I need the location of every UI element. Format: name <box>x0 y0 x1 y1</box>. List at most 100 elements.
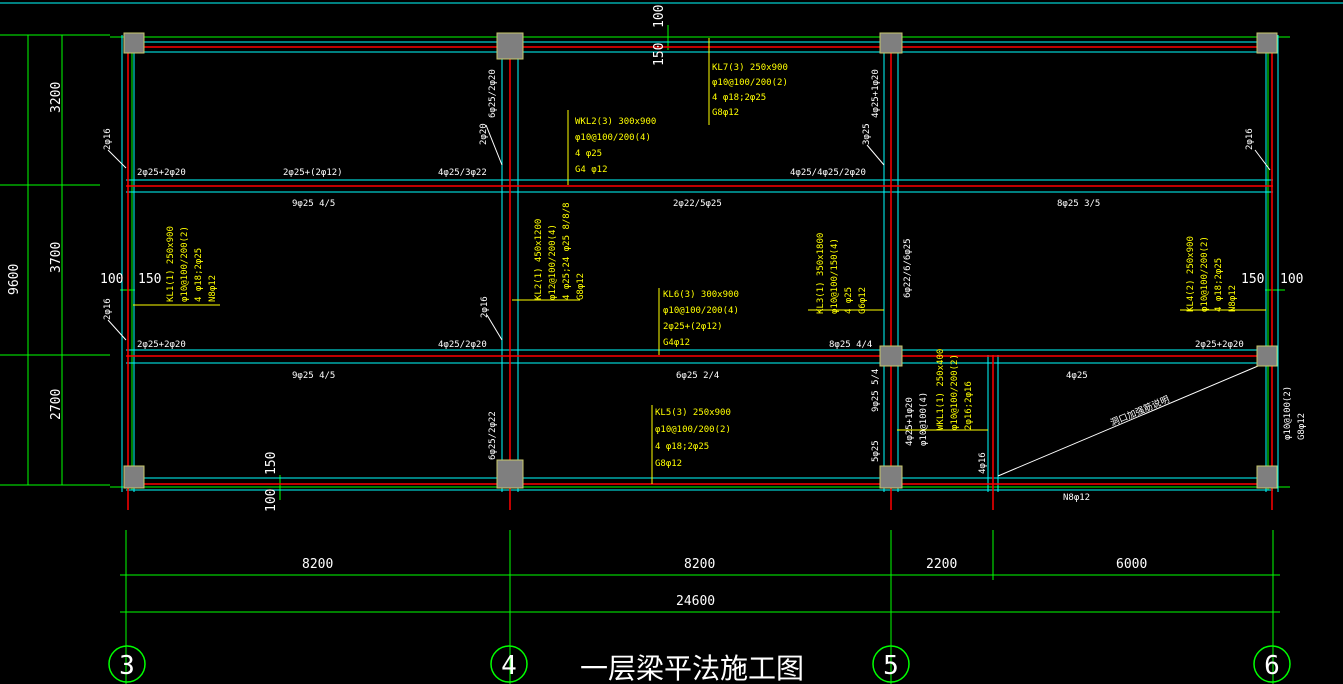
offset-right-150: 150 <box>1241 272 1264 287</box>
rebar-label: 3φ25 <box>862 123 872 145</box>
beam-kl4: KL4(2) 250x900 φ10@100/200(2) 4 φ18;2φ25… <box>1186 236 1238 312</box>
diagonal-note: 洞口加强筋说明 <box>1108 393 1171 429</box>
column <box>879 465 903 489</box>
rebar-label: 8φ25 4/4 <box>829 340 872 350</box>
column <box>496 32 524 60</box>
beam-stirrup: φ10@100/200(2) <box>712 78 788 88</box>
beam-label: KL6(3) 300x900 <box>663 290 739 300</box>
rebar-label: φ10@100(4) <box>919 392 929 446</box>
rebar-label: 2φ25+(2φ12) <box>283 168 343 178</box>
offset-left-100: 100 <box>100 272 123 287</box>
rebar-label: 6φ22/6/6φ25 <box>903 238 913 298</box>
beam-kl1: KL1(1) 250x900 φ10@100/200(2) 4 φ18;2φ25… <box>166 226 218 302</box>
rebar-label: 4φ25/2φ20 <box>438 340 487 350</box>
column <box>496 459 524 489</box>
beam-stirrup: φ10@100/200(2) <box>655 425 731 435</box>
rebar-label: 8φ25 3/5 <box>1057 199 1100 209</box>
beam-stirrup: φ10@100/200(2) <box>950 354 960 430</box>
rebar-label: 9φ25 5/4 <box>871 369 881 412</box>
beam-rebar: 4 φ25 <box>575 149 602 159</box>
beam-kl5: KL5(3) 250x900 φ10@100/200(2) 4 φ18;2φ25… <box>655 408 731 469</box>
columns <box>123 32 1278 489</box>
dim-bottom-8200-b: 8200 <box>684 557 715 572</box>
beam-label: WKL2(3) 300x900 <box>575 117 656 127</box>
offset-left-150: 150 <box>138 272 161 287</box>
dim-bottom-total: 24600 <box>676 594 715 609</box>
beam-side-bar: G4φ12 <box>663 338 690 348</box>
beam-side-bar: G4 φ12 <box>575 165 608 175</box>
column <box>879 345 903 367</box>
rebar-label: 5φ25 <box>871 440 881 462</box>
rebar-label: 6φ25 2/4 <box>676 371 719 381</box>
beam-label: KL3(1) 350x1800 <box>816 233 826 314</box>
rebar-label: 2φ16 <box>480 296 490 318</box>
column <box>1256 345 1278 367</box>
rebar-label: 4φ25/3φ22 <box>438 168 487 178</box>
rebar-label: 2φ25+2φ20 <box>1195 340 1244 350</box>
beam-side-bar: N8φ12 <box>208 275 218 302</box>
offset-right-100: 100 <box>1280 272 1303 287</box>
rebar-label: G8φ12 <box>1297 413 1307 440</box>
beam-rebar: 4 φ18;2φ25 <box>655 442 709 452</box>
beam-wkl1: WKL1(1) 250x400 φ10@100/200(2) 2φ16;2φ16 <box>936 349 974 430</box>
beam-kl7: KL7(3) 250x900 φ10@100/200(2) 4 φ18;2φ25… <box>712 63 788 118</box>
offset-top-150: 150 <box>652 43 667 66</box>
offset-bottom-100: 100 <box>264 489 279 512</box>
rebar-label: 2φ25+2φ20 <box>137 168 186 178</box>
beam-rebar: 4 φ25 <box>844 287 854 314</box>
beam-stirrup: φ10@100/150(4) <box>830 238 840 314</box>
beam-stirrup: φ10@100/200(4) <box>663 306 739 316</box>
rebar-label: 4φ16 <box>978 452 988 474</box>
drawing-title: 一层梁平法施工图 <box>580 652 804 684</box>
beam-axes <box>126 35 1273 510</box>
beam-label: KL4(2) 250x900 <box>1186 236 1196 312</box>
beam-kl2: KL2(1) 450x1200 φ12@100/200(4) 4 φ25;24 … <box>534 202 586 300</box>
dim-bottom-6000: 6000 <box>1116 557 1147 572</box>
dim-left-total: 9600 <box>7 264 22 295</box>
rebar-label: 2φ16 <box>103 298 113 320</box>
beam-stirrup: φ10@100/200(2) <box>180 226 190 302</box>
beam-outlines <box>121 35 1279 492</box>
axis-label-6: 6 <box>1264 651 1280 681</box>
offset-bottom-150: 150 <box>264 452 279 475</box>
beam-label: KL5(3) 250x900 <box>655 408 731 418</box>
dim-left-2700: 2700 <box>49 389 64 420</box>
rebar-label: 2φ16 <box>103 128 113 150</box>
rebar-label: 4φ25+1φ20 <box>905 397 915 446</box>
dim-bottom-8200-a: 8200 <box>302 557 333 572</box>
column <box>1256 32 1278 54</box>
beam-rebar: 4 φ18;2φ25 <box>1214 258 1224 312</box>
beam-rebar: 2φ16;2φ16 <box>964 381 974 430</box>
rebar-label: 4φ25+1φ20 <box>871 69 881 118</box>
column <box>1256 465 1278 489</box>
rebar-labels: 2φ25+2φ20 2φ25+(2φ12) 4φ25/3φ22 4φ25/4φ2… <box>103 69 1307 503</box>
beam-stirrup: φ10@100/200(2) <box>1200 236 1210 312</box>
dim-left-3700: 3700 <box>49 242 64 273</box>
rebar-label: 4φ25 <box>1066 371 1088 381</box>
dim-bottom-2200: 2200 <box>926 557 957 572</box>
beam-rebar: 2φ25+(2φ12) <box>663 322 723 332</box>
beam-label: KL1(1) 250x900 <box>166 226 176 302</box>
beam-kl3: KL3(1) 350x1800 φ10@100/150(4) 4 φ25 G6φ… <box>816 233 868 314</box>
column <box>123 465 145 489</box>
beam-rebar: 4 φ18;2φ25 <box>712 93 766 103</box>
beam-stirrup: φ10@100/200(4) <box>575 133 651 143</box>
beam-side-bar: G8φ12 <box>655 459 682 469</box>
rebar-label: φ10@100(2) <box>1283 386 1293 440</box>
drawing-canvas: 3200 3700 2700 9600 8200 8200 2200 6000 … <box>0 2 1343 684</box>
rebar-label: 9φ25 4/5 <box>292 199 335 209</box>
axis-label-3: 3 <box>119 651 135 681</box>
rebar-label: 4φ25/4φ25/2φ20 <box>790 168 866 178</box>
axis-label-5: 5 <box>883 651 899 681</box>
offset-top-100: 100 <box>652 5 667 28</box>
rebar-label: 9φ25 4/5 <box>292 371 335 381</box>
beam-side-bar: G6φ12 <box>858 287 868 314</box>
rebar-label: 6φ25/2φ22 <box>488 411 498 460</box>
beam-rebar: 4 φ18;2φ25 <box>194 248 204 302</box>
column <box>879 32 903 54</box>
beam-wkl2: WKL2(3) 300x900 φ10@100/200(4) 4 φ25 G4 … <box>575 117 656 175</box>
axis-label-4: 4 <box>501 651 517 681</box>
rebar-label: 6φ25/2φ20 <box>488 69 498 118</box>
beam-label: KL7(3) 250x900 <box>712 63 788 73</box>
beam-side-bar: G8φ12 <box>712 108 739 118</box>
